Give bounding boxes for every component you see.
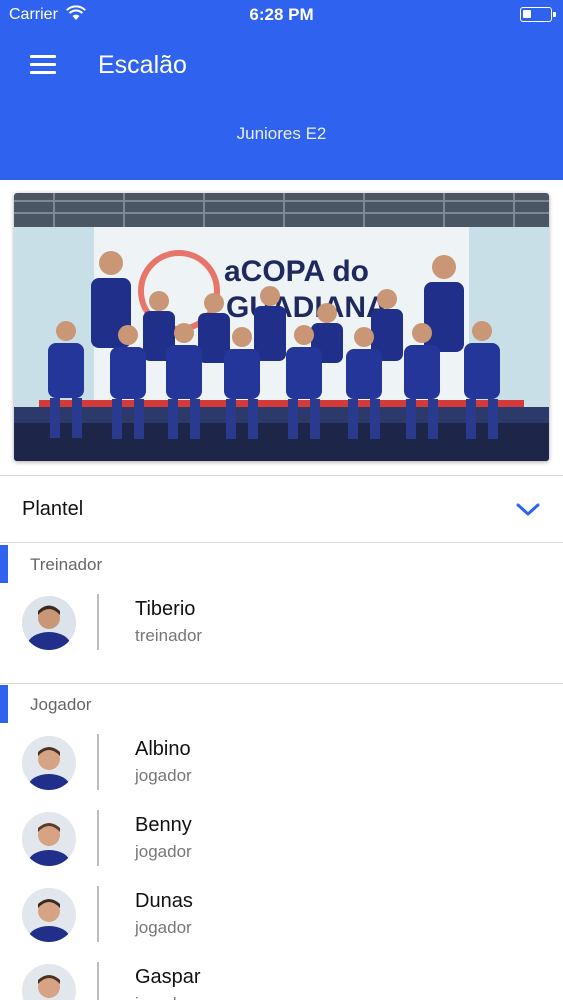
divider (0, 542, 563, 543)
person-name: Benny (135, 814, 192, 836)
menu-icon-bar (30, 55, 56, 58)
section-label: Jogador (30, 695, 92, 714)
avatar (22, 736, 76, 790)
chevron-down-icon[interactable] (515, 500, 541, 518)
separator (97, 810, 99, 866)
avatar (22, 596, 76, 650)
menu-icon-bar (30, 63, 56, 66)
team-photo: aCOPA do GUADIANA (14, 193, 549, 461)
person-role: treinador (135, 626, 203, 645)
section-header-treinador: Treinador (0, 545, 563, 583)
section-accent (0, 545, 8, 583)
separator (97, 594, 99, 650)
clock: 6:28 PM (249, 5, 314, 24)
separator (97, 734, 99, 790)
person-role: jogador (135, 842, 192, 861)
separator (97, 886, 99, 942)
menu-icon-bar (30, 71, 56, 74)
plantel-label: Plantel (22, 498, 84, 520)
avatar (22, 964, 76, 1000)
avatar (22, 888, 76, 942)
team-name: Juniores E2 (236, 124, 327, 143)
plantel-dropdown[interactable]: Plantel (0, 476, 563, 542)
list-item-jogador[interactable]: Gaspar jogador (0, 958, 563, 1000)
section-label: Treinador (30, 555, 103, 574)
person-name: Albino (135, 738, 191, 760)
divider (0, 683, 563, 684)
status-bar: Carrier 6:28 PM (0, 0, 563, 30)
list-item-jogador[interactable]: Benny jogador (0, 806, 563, 872)
section-header-jogador: Jogador (0, 685, 563, 723)
list-item-jogador[interactable]: Albino jogador (0, 730, 563, 796)
person-name: Gaspar (135, 966, 201, 988)
person-name: Tiberio (135, 598, 196, 620)
person-role: jogador (135, 766, 192, 785)
page-title: Escalão (98, 51, 187, 79)
hamburger-menu-button[interactable] (30, 55, 58, 77)
avatar (22, 812, 76, 866)
list-item-jogador[interactable]: Dunas jogador (0, 882, 563, 948)
person-role: jogador (135, 994, 192, 1000)
banner-text: GUADIANA (226, 291, 388, 324)
person-name: Dunas (135, 890, 193, 912)
list-item-treinador[interactable]: Tiberio treinador (0, 590, 563, 656)
battery-icon (520, 7, 556, 22)
separator (97, 962, 99, 1000)
section-accent (0, 685, 8, 723)
app-header: Carrier 6:28 PM Escalão Juniores E2 (0, 0, 563, 180)
banner-text: aCOPA do (224, 255, 369, 288)
person-role: jogador (135, 918, 192, 937)
